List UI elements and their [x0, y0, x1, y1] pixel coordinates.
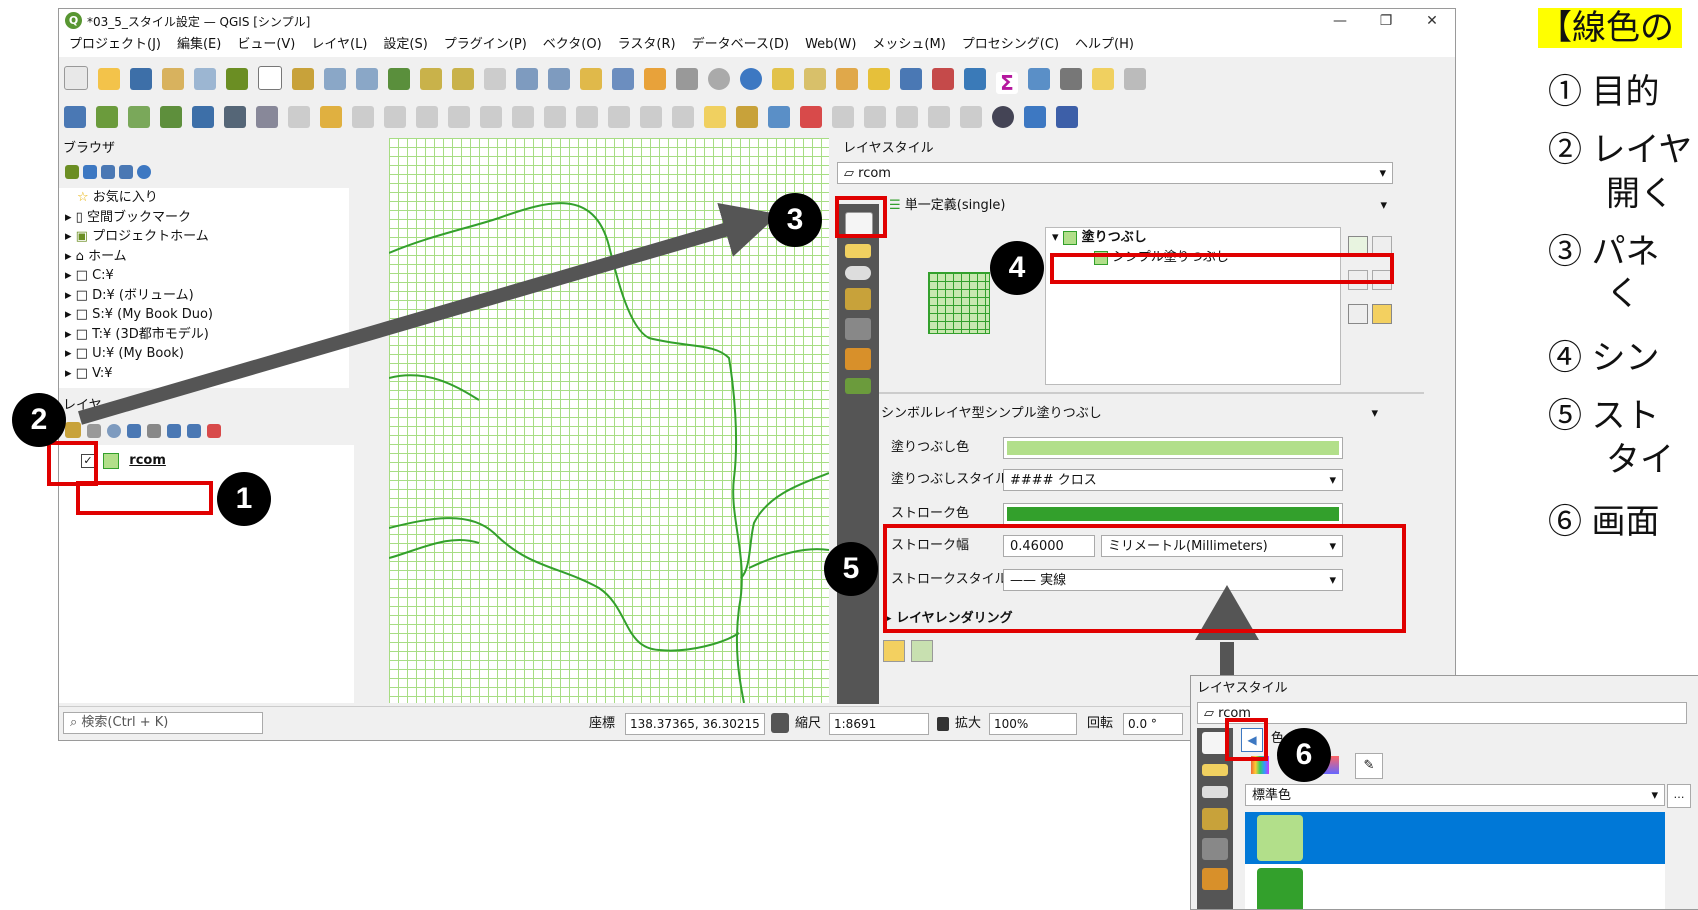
highlight-styling-button	[47, 441, 98, 486]
highlight-simple-fill	[1050, 253, 1394, 284]
highlight-symbology-tab	[835, 196, 887, 238]
3d-view-tab[interactable]	[1202, 808, 1228, 830]
instruction-item: ④ シン	[1548, 339, 1660, 377]
highlight-back-button	[1225, 718, 1268, 761]
step-badge-5: 5	[824, 542, 878, 596]
instruction-item: く	[1606, 275, 1640, 313]
instruction-item: ② レイヤ	[1548, 131, 1693, 169]
popup-title: レイヤスタイル	[1197, 681, 1288, 696]
masks-tab[interactable]	[1202, 786, 1228, 798]
eyedropper-icon[interactable]: ✎	[1355, 753, 1383, 779]
instructions-panel: 【線色の ① 目的 ② レイヤ 開く ③ パネ く ④ シン ⑤ スト タイ ⑥…	[1538, 0, 1698, 908]
step-badge-3: 3	[768, 193, 822, 247]
highlight-stroke-settings	[883, 524, 1406, 633]
instruction-item: タイ	[1606, 441, 1674, 479]
step-badge-4: 4	[990, 241, 1044, 295]
labels-tab[interactable]	[1202, 764, 1228, 776]
instructions-heading: 【線色の	[1538, 8, 1682, 48]
color-swatch-light-green	[1257, 815, 1303, 861]
color-swatch-green[interactable]	[1257, 868, 1303, 909]
instruction-item: ① 目的	[1548, 73, 1660, 111]
step-badge-2: 2	[12, 393, 66, 447]
diagrams-tab[interactable]	[1202, 838, 1228, 860]
arrow-to-styling-panel	[78, 202, 779, 425]
step-badge-6: 6	[1277, 728, 1331, 782]
fields-tab[interactable]	[1202, 868, 1228, 890]
instruction-item: 開く	[1606, 175, 1674, 213]
polygon-layer-icon: ▱	[1204, 706, 1219, 721]
instruction-item: ⑥ 画面	[1548, 503, 1660, 541]
instruction-item: ③ パネ	[1548, 233, 1660, 271]
step-badge-1: 1	[217, 472, 271, 526]
instruction-item: ⑤ スト	[1548, 397, 1660, 435]
highlight-layer-rcom	[76, 481, 213, 515]
